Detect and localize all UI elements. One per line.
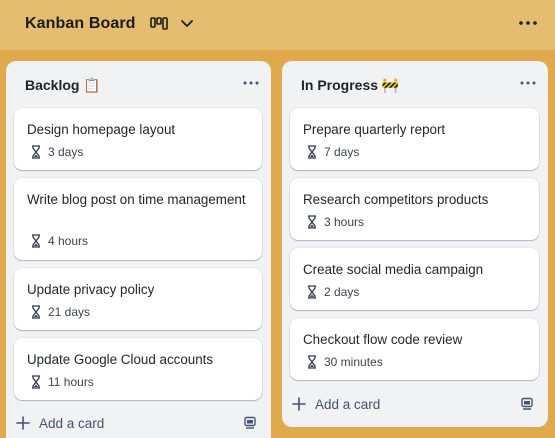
card[interactable]: Research competitors products 3 hours <box>290 178 539 240</box>
duration-text: 21 days <box>48 305 91 319</box>
card-duration: 11 hours <box>30 374 94 390</box>
card[interactable]: Create social media campaign 2 days <box>290 248 539 310</box>
duration-text: 2 days <box>324 285 360 299</box>
hourglass-icon <box>308 145 316 159</box>
duration-text: 7 days <box>324 145 360 159</box>
card-template-icon[interactable] <box>520 397 534 411</box>
card-duration: 30 minutes <box>306 354 383 370</box>
duration-text: 4 hours <box>48 234 89 248</box>
chevron-down-icon <box>181 20 193 27</box>
card-title: Checkout flow code review <box>303 332 463 347</box>
add-card-label: Add a card <box>39 415 105 431</box>
card[interactable]: Update Google Cloud accounts 11 hours <box>14 338 262 400</box>
card[interactable]: Design homepage layout 3 days <box>14 108 262 170</box>
column-title[interactable]: In Progress 🚧 <box>301 77 399 94</box>
hourglass-icon <box>32 145 40 159</box>
card-template-icon[interactable] <box>243 416 257 430</box>
more-horizontal-icon[interactable] <box>517 14 539 32</box>
card-title: Prepare quarterly report <box>303 122 446 137</box>
plus-icon <box>16 416 30 430</box>
hourglass-icon <box>308 355 316 369</box>
card-duration: 21 days <box>30 304 90 320</box>
board-title[interactable]: Kanban Board <box>25 15 136 33</box>
add-card-button[interactable]: Add a card <box>292 392 380 416</box>
column-header: Backlog 📋 <box>6 61 271 107</box>
card-title: Write blog post on time management <box>27 192 246 207</box>
hourglass-icon <box>308 285 316 299</box>
add-card-button[interactable]: Add a card <box>16 411 104 435</box>
duration-text: 30 minutes <box>324 355 383 369</box>
card[interactable]: Write blog post on time management 4 hou… <box>14 178 262 260</box>
duration-text: 3 days <box>48 145 84 159</box>
card-duration: 3 hours <box>306 214 364 230</box>
card-title: Create social media campaign <box>303 262 484 277</box>
board-header: Kanban Board <box>0 0 555 50</box>
more-horizontal-icon[interactable] <box>241 75 261 91</box>
card-duration: 3 days <box>30 144 83 160</box>
card[interactable]: Checkout flow code review 30 minutes <box>290 318 539 380</box>
hourglass-icon <box>32 305 40 319</box>
duration-text: 3 hours <box>324 215 365 229</box>
plus-icon <box>292 397 306 411</box>
card-title: Design homepage layout <box>27 122 176 137</box>
column-in-progress: In Progress 🚧 Prepare quarterly report 7… <box>282 61 548 427</box>
card-duration: 2 days <box>306 284 359 300</box>
hourglass-icon <box>32 375 40 389</box>
card-duration: 7 days <box>306 144 359 160</box>
hourglass-icon <box>32 234 40 248</box>
card-duration: 4 hours <box>30 233 88 249</box>
more-horizontal-icon[interactable] <box>518 75 538 91</box>
view-switcher[interactable] <box>150 12 196 36</box>
column-title[interactable]: Backlog 📋 <box>25 77 101 94</box>
card[interactable]: Update privacy policy 21 days <box>14 268 262 330</box>
card[interactable]: Prepare quarterly report 7 days <box>290 108 539 170</box>
column-backlog: Backlog 📋 Design homepage layout 3 days … <box>6 61 271 438</box>
hourglass-icon <box>308 215 316 229</box>
duration-text: 11 hours <box>48 375 94 389</box>
column-header: In Progress 🚧 <box>282 61 548 107</box>
card-title: Update Google Cloud accounts <box>27 352 214 367</box>
add-card-label: Add a card <box>315 396 381 412</box>
board-view-icon <box>150 17 168 30</box>
card-title: Update privacy policy <box>27 282 155 297</box>
card-title: Research competitors products <box>303 192 489 207</box>
